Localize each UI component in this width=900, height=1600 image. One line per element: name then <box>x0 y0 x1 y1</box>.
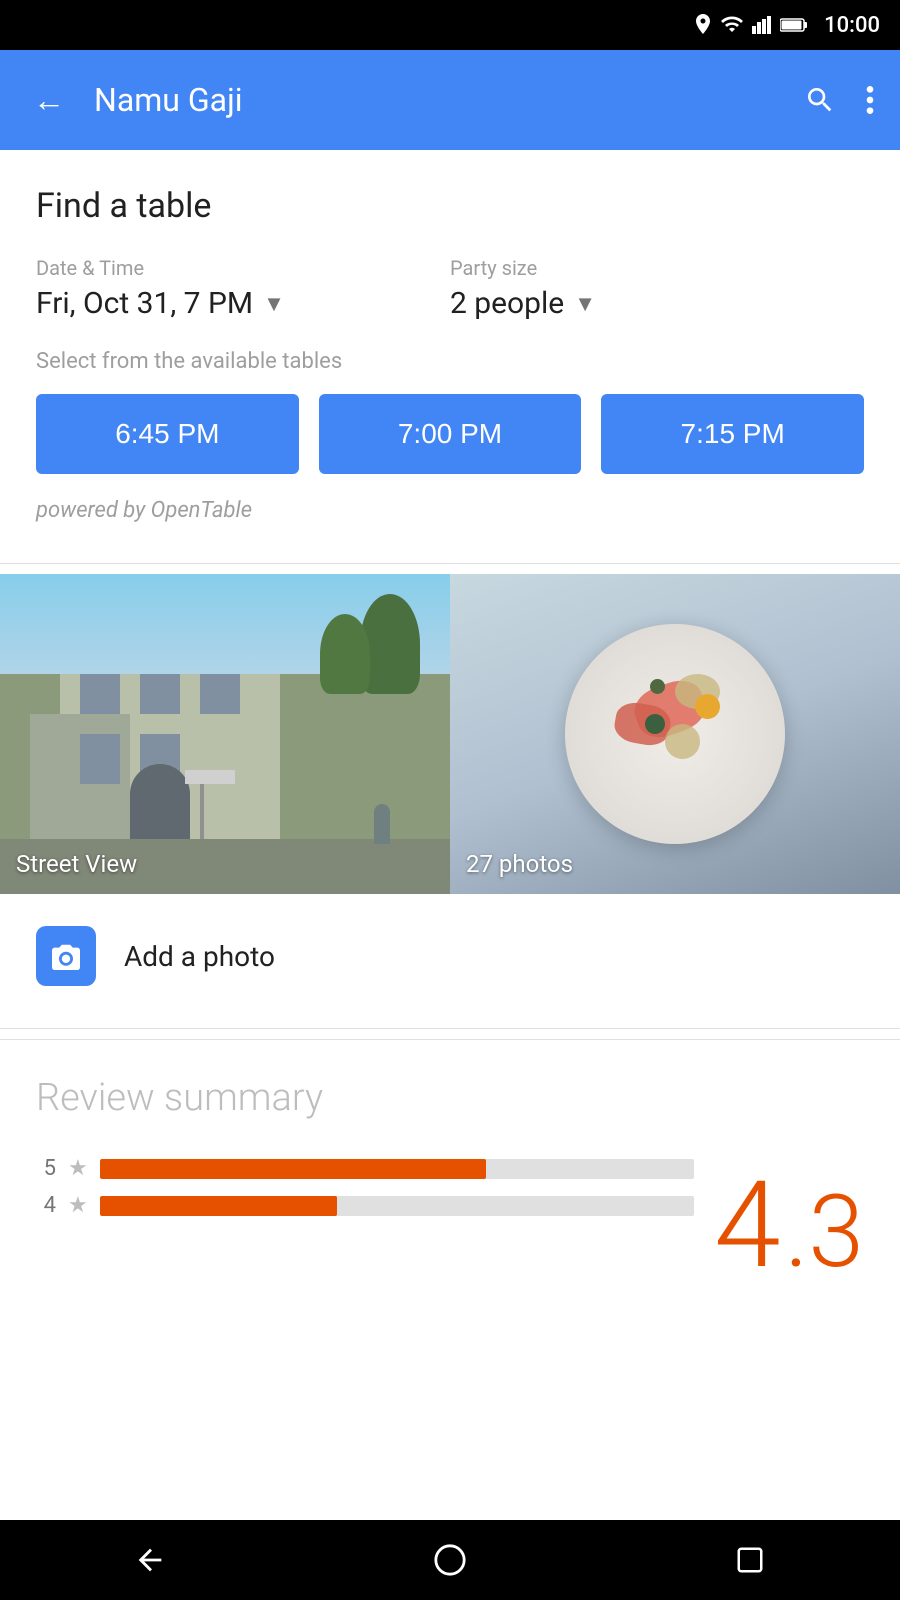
street-view-label: Street View <box>16 850 137 878</box>
wifi-icon <box>720 16 744 34</box>
nav-home-button[interactable] <box>410 1520 490 1600</box>
signal-icon <box>752 16 772 34</box>
rating-row-5: 5 ★ <box>36 1156 694 1181</box>
food-garnish1 <box>695 694 720 719</box>
rating-container: 5 ★ 4 ★ 4 .3 <box>36 1156 864 1286</box>
sign-pole <box>200 779 204 839</box>
food-item4 <box>665 724 700 759</box>
date-time-selector[interactable]: Date & Time Fri, Oct 31, 7 PM ▼ <box>36 256 450 321</box>
add-photo-row[interactable]: Add a photo <box>0 894 900 1018</box>
party-value: 2 people <box>450 286 564 321</box>
bar-fill-5 <box>100 1159 486 1179</box>
camera-icon <box>49 942 83 970</box>
app-bar-actions <box>804 84 876 116</box>
food-garnish3 <box>650 679 665 694</box>
location-icon <box>694 14 712 36</box>
big-rating: 4 .3 <box>714 1156 864 1286</box>
bar-track-5 <box>100 1159 694 1179</box>
app-bar: ← Namu Gaji <box>0 50 900 150</box>
selectors-row: Date & Time Fri, Oct 31, 7 PM ▼ Party si… <box>36 256 864 321</box>
plate <box>565 624 785 844</box>
entrance <box>130 764 190 844</box>
battery-icon <box>780 17 808 33</box>
status-icons <box>694 14 808 36</box>
available-label: Select from the available tables <box>36 349 864 374</box>
party-value-row[interactable]: 2 people ▼ <box>450 286 864 321</box>
time-slot-700pm[interactable]: 7:00 PM <box>319 394 582 474</box>
photos-count-label: 27 photos <box>466 850 573 878</box>
search-icon[interactable] <box>804 84 836 116</box>
status-time: 10:00 <box>824 13 880 38</box>
sign <box>185 770 235 784</box>
date-value: Fri, Oct 31, 7 PM <box>36 286 253 321</box>
section-divider-2 <box>0 1028 900 1029</box>
photos-section: Street View 27 photos <box>0 574 900 894</box>
bottom-nav <box>0 1520 900 1600</box>
time-slot-715pm[interactable]: 7:15 PM <box>601 394 864 474</box>
more-icon[interactable] <box>864 84 876 116</box>
bar-fill-4 <box>100 1196 338 1216</box>
find-table-section: Find a table Date & Time Fri, Oct 31, 7 … <box>0 150 900 553</box>
rating-decimal: .3 <box>785 1183 864 1283</box>
star-icon-5: ★ <box>68 1156 88 1181</box>
add-photo-text: Add a photo <box>124 940 275 973</box>
bar-track-4 <box>100 1196 694 1216</box>
person <box>374 804 390 844</box>
time-buttons: 6:45 PM 7:00 PM 7:15 PM <box>36 394 864 474</box>
food-garnish2 <box>645 714 665 734</box>
camera-icon-bg <box>36 926 96 986</box>
back-button[interactable]: ← <box>24 81 74 119</box>
review-title: Review summary <box>36 1076 864 1120</box>
nav-back-button[interactable] <box>110 1520 190 1600</box>
date-label: Date & Time <box>36 256 450 280</box>
rating-num-5: 5 <box>36 1156 56 1181</box>
date-value-row[interactable]: Fri, Oct 31, 7 PM ▼ <box>36 286 450 321</box>
street-view-item[interactable]: Street View <box>0 574 450 894</box>
date-chevron-icon: ▼ <box>263 291 285 317</box>
page-title: Namu Gaji <box>94 81 784 119</box>
party-label: Party size <box>450 256 864 280</box>
street-view-image <box>0 574 450 894</box>
window4 <box>80 734 120 784</box>
food-image <box>450 574 900 894</box>
main-content: Find a table Date & Time Fri, Oct 31, 7 … <box>0 150 900 1396</box>
party-size-selector[interactable]: Party size 2 people ▼ <box>450 256 864 321</box>
bottom-spacer <box>0 1316 900 1396</box>
nav-recent-button[interactable] <box>710 1520 790 1600</box>
review-section: Review summary 5 ★ 4 ★ <box>0 1039 900 1316</box>
food-photo-item[interactable]: 27 photos <box>450 574 900 894</box>
rating-num-4: 4 <box>36 1193 56 1218</box>
time-slot-645pm[interactable]: 6:45 PM <box>36 394 299 474</box>
status-bar: 10:00 <box>0 0 900 50</box>
rating-bars: 5 ★ 4 ★ <box>36 1156 694 1230</box>
opentable-credit: powered by OpenTable <box>36 498 864 523</box>
find-table-title: Find a table <box>36 186 864 226</box>
party-chevron-icon: ▼ <box>574 291 596 317</box>
tree2 <box>320 614 370 694</box>
star-icon-4: ★ <box>68 1193 88 1218</box>
rating-row-4: 4 ★ <box>36 1193 694 1218</box>
rating-whole: 4 <box>714 1166 781 1286</box>
section-divider-1 <box>0 563 900 564</box>
